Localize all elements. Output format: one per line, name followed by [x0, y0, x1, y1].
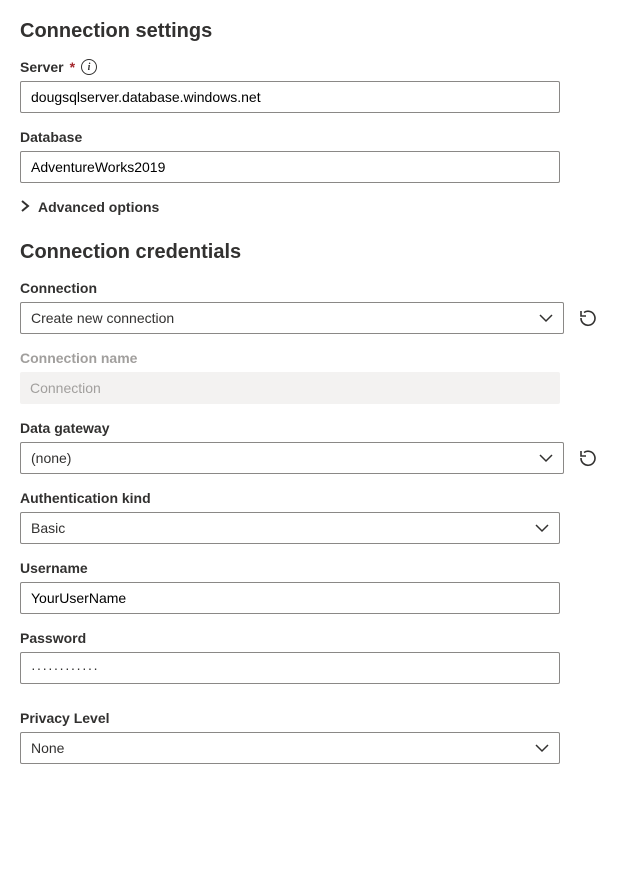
connection-name-field-group: Connection name Connection — [20, 350, 560, 404]
data-gateway-label-text: Data gateway — [20, 420, 109, 436]
auth-kind-select[interactable]: Basic — [20, 512, 560, 544]
privacy-level-label: Privacy Level — [20, 710, 560, 726]
data-gateway-select[interactable]: (none) — [20, 442, 564, 474]
privacy-level-select[interactable]: None — [20, 732, 560, 764]
database-label-text: Database — [20, 129, 82, 145]
connection-label: Connection — [20, 280, 600, 296]
username-field-group: Username — [20, 560, 560, 614]
database-input[interactable] — [20, 151, 560, 183]
chevron-right-icon — [20, 199, 30, 215]
info-icon[interactable]: i — [81, 59, 97, 75]
connection-label-text: Connection — [20, 280, 97, 296]
data-gateway-label: Data gateway — [20, 420, 600, 436]
username-label-text: Username — [20, 560, 88, 576]
refresh-connection-button[interactable] — [576, 306, 600, 330]
connection-field-group: Connection Create new connection — [20, 280, 600, 334]
chevron-down-icon — [535, 740, 549, 756]
connection-name-input: Connection — [20, 372, 560, 404]
database-field-group: Database — [20, 129, 560, 183]
connection-credentials-heading: Connection credentials — [20, 241, 600, 264]
database-label: Database — [20, 129, 560, 145]
chevron-down-icon — [539, 450, 553, 466]
refresh-gateway-button[interactable] — [576, 446, 600, 470]
required-star: * — [70, 59, 75, 75]
connection-name-label-text: Connection name — [20, 350, 137, 366]
privacy-level-select-value: None — [31, 740, 535, 756]
privacy-level-label-text: Privacy Level — [20, 710, 110, 726]
username-label: Username — [20, 560, 560, 576]
auth-kind-label: Authentication kind — [20, 490, 560, 506]
advanced-options-label: Advanced options — [38, 199, 159, 215]
data-gateway-select-value: (none) — [31, 450, 539, 466]
data-gateway-field-group: Data gateway (none) — [20, 420, 600, 474]
server-label: Server * i — [20, 59, 560, 75]
username-input[interactable] — [20, 582, 560, 614]
password-input[interactable]: ············ — [20, 652, 560, 684]
server-label-text: Server — [20, 59, 64, 75]
connection-select[interactable]: Create new connection — [20, 302, 564, 334]
password-masked-value: ············ — [31, 660, 99, 676]
password-label-text: Password — [20, 630, 86, 646]
auth-kind-field-group: Authentication kind Basic — [20, 490, 560, 544]
refresh-icon — [578, 448, 598, 468]
privacy-level-field-group: Privacy Level None — [20, 710, 560, 764]
connection-settings-heading: Connection settings — [20, 20, 560, 43]
refresh-icon — [578, 308, 598, 328]
chevron-down-icon — [539, 310, 553, 326]
chevron-down-icon — [535, 520, 549, 536]
auth-kind-label-text: Authentication kind — [20, 490, 151, 506]
password-label: Password — [20, 630, 560, 646]
connection-name-placeholder: Connection — [30, 380, 101, 396]
connection-name-label: Connection name — [20, 350, 560, 366]
server-field-group: Server * i — [20, 59, 560, 113]
auth-kind-select-value: Basic — [31, 520, 535, 536]
connection-select-value: Create new connection — [31, 310, 539, 326]
advanced-options-toggle[interactable]: Advanced options — [20, 199, 560, 215]
server-input[interactable] — [20, 81, 560, 113]
password-field-group: Password ············ — [20, 630, 560, 684]
